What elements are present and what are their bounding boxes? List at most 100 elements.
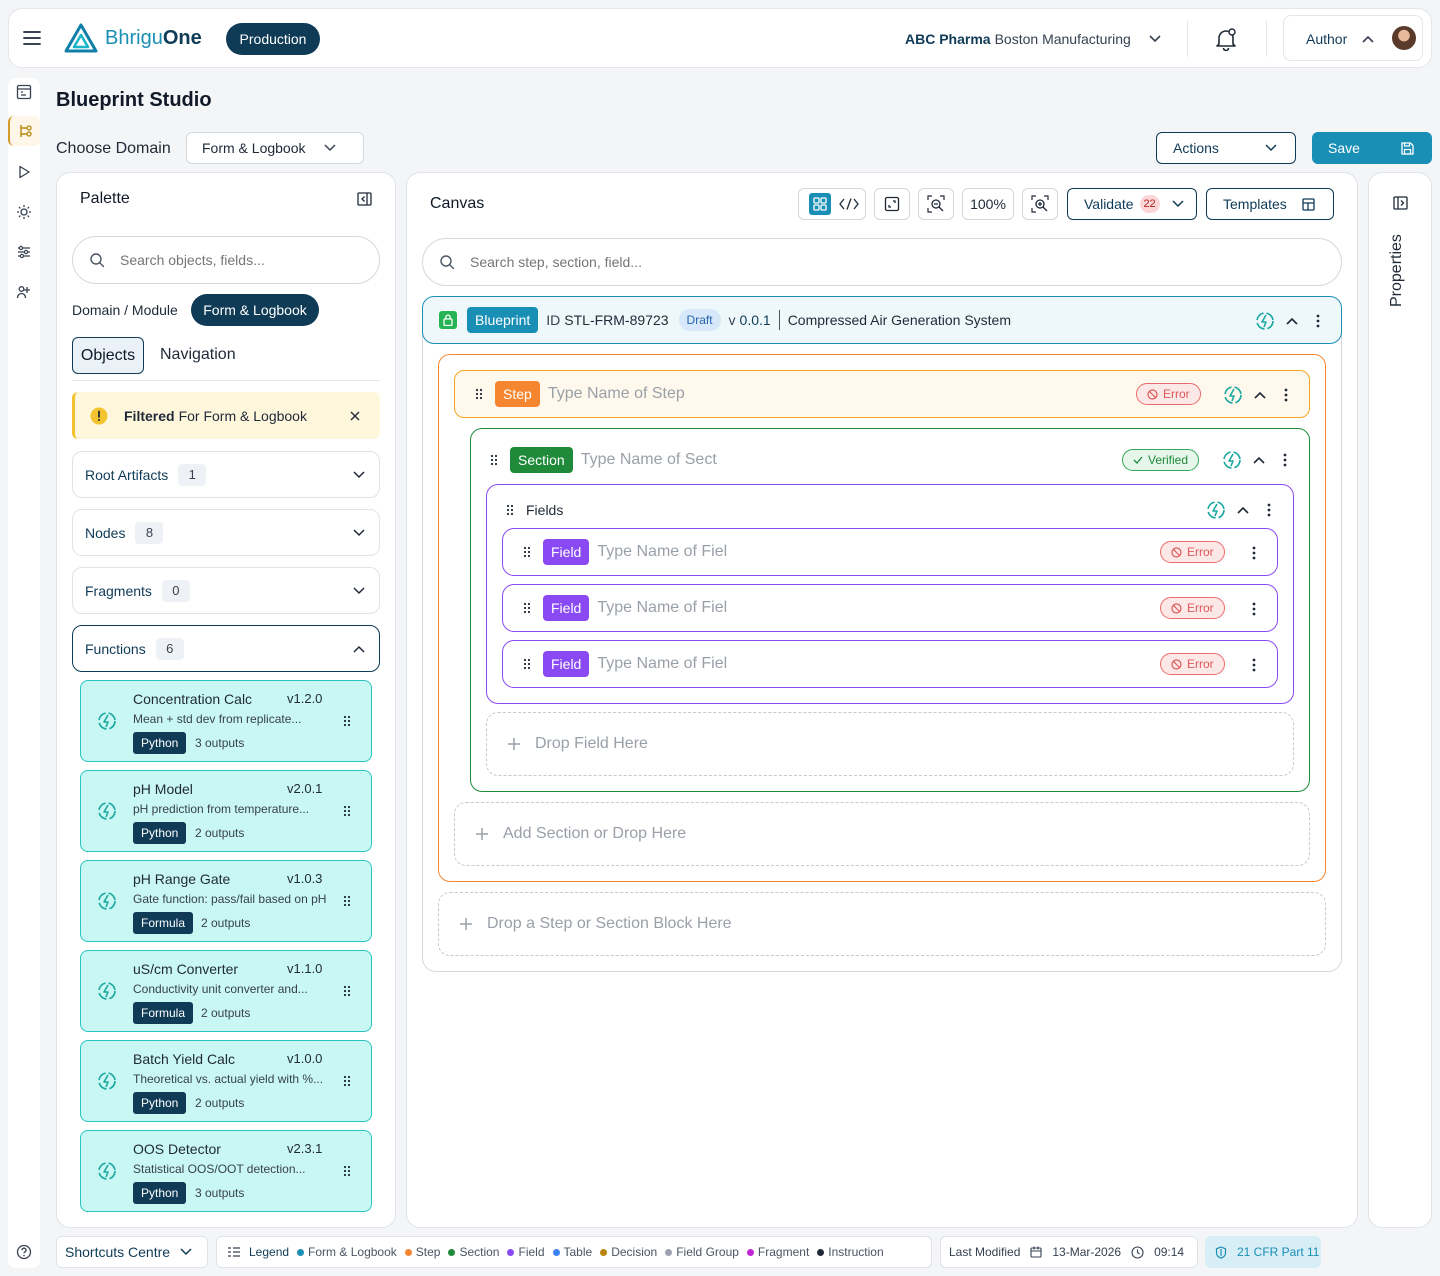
zoom-level[interactable]: 100% <box>962 188 1014 220</box>
function-card[interactable]: Concentration Calc v1.2.0 Mean + std dev… <box>80 680 372 762</box>
fields-group-header[interactable]: Fields <box>486 494 1294 526</box>
function-description: Theoretical vs. actual yield with %... <box>133 1072 324 1086</box>
field-name-input[interactable]: Type Name of Fiel <box>597 599 727 617</box>
chevron-up-icon[interactable] <box>1253 456 1265 464</box>
expand-icon[interactable] <box>874 188 910 220</box>
step-name-input[interactable]: Type Name of Step <box>548 385 685 403</box>
lock-icon[interactable] <box>439 311 457 329</box>
drag-handle-icon[interactable] <box>523 658 531 670</box>
view-toggle[interactable] <box>798 188 866 220</box>
drop-field-zone[interactable]: Drop Field Here <box>486 712 1294 776</box>
function-card[interactable]: pH Range Gate v1.0.3 Gate function: pass… <box>80 860 372 942</box>
more-options-icon[interactable] <box>1284 388 1288 402</box>
palette-search[interactable] <box>72 236 380 284</box>
function-icon[interactable] <box>1206 500 1226 520</box>
drag-handle-icon[interactable] <box>343 985 351 997</box>
properties-label[interactable]: Properties <box>1388 107 1406 307</box>
domain-select[interactable]: Form & Logbook <box>186 132 364 164</box>
function-icon[interactable] <box>1222 450 1242 470</box>
code-view-icon[interactable] <box>839 198 859 210</box>
drag-handle-icon[interactable] <box>523 602 531 614</box>
chevron-up-icon[interactable] <box>1286 317 1298 325</box>
drop-step-zone[interactable]: Drop a Step or Section Block Here <box>438 892 1326 956</box>
more-options-icon[interactable] <box>1252 602 1256 616</box>
org-site: Boston Manufacturing <box>994 31 1131 47</box>
group-fragments[interactable]: Fragments 0 <box>72 567 380 614</box>
actions-dropdown[interactable]: Actions <box>1156 132 1296 164</box>
chevron-down-icon <box>1265 144 1277 152</box>
settings-icon[interactable] <box>16 204 34 222</box>
chevron-up-icon[interactable] <box>1254 391 1266 399</box>
drag-handle-icon[interactable] <box>343 895 351 907</box>
section-name-input[interactable]: Type Name of Sect <box>581 451 717 469</box>
drag-handle-icon[interactable] <box>523 546 531 558</box>
drag-handle-icon[interactable] <box>343 805 351 817</box>
notification-bell-icon[interactable] <box>1215 27 1237 51</box>
function-card[interactable]: pH Model v2.0.1 pH prediction from tempe… <box>80 770 372 852</box>
sliders-icon[interactable] <box>16 244 34 262</box>
group-root-artifacts[interactable]: Root Artifacts 1 <box>72 451 380 498</box>
user-menu[interactable]: Author <box>1283 15 1423 61</box>
function-card[interactable]: OOS Detector v2.3.1 Statistical OOS/OOT … <box>80 1130 372 1212</box>
collapse-panel-icon[interactable] <box>357 192 372 206</box>
help-icon[interactable] <box>16 1244 34 1262</box>
play-icon[interactable] <box>16 164 34 182</box>
validate-button[interactable]: Validate 22 <box>1067 188 1197 220</box>
drag-handle-icon[interactable] <box>343 1165 351 1177</box>
org-selector[interactable]: ABC Pharma Boston Manufacturing <box>905 31 1161 47</box>
field-row[interactable]: Field Type Name of Fiel Error <box>502 640 1278 688</box>
hamburger-menu-icon[interactable] <box>23 31 41 45</box>
canvas-search-input[interactable] <box>470 254 1290 270</box>
filter-label-bold: Filtered <box>124 407 175 424</box>
function-card[interactable]: Batch Yield Calc v1.0.0 Theoretical vs. … <box>80 1040 372 1122</box>
chevron-up-icon[interactable] <box>1237 506 1249 514</box>
templates-button[interactable]: Templates <box>1206 188 1334 220</box>
avatar[interactable] <box>1392 26 1416 50</box>
drag-handle-icon[interactable] <box>490 454 498 466</box>
more-options-icon[interactable] <box>1316 314 1320 328</box>
org-name: ABC Pharma <box>905 31 991 47</box>
ban-icon <box>1171 658 1182 670</box>
brand-name-part2: One <box>162 26 202 49</box>
field-row[interactable]: Field Type Name of Fiel Error <box>502 528 1278 576</box>
shortcuts-centre-button[interactable]: Shortcuts Centre <box>56 1236 208 1268</box>
blueprint-header[interactable]: Blueprint ID STL-FRM-89723 Draft v 0.0.1… <box>422 296 1342 344</box>
function-icon[interactable] <box>1255 311 1275 331</box>
step-header[interactable]: Step Type Name of Step Error <box>454 370 1310 418</box>
save-button[interactable]: Save <box>1312 132 1432 164</box>
group-nodes[interactable]: Nodes 8 <box>72 509 380 556</box>
tab-objects[interactable]: Objects <box>72 337 144 374</box>
function-card[interactable]: uS/cm Converter v1.1.0 Conductivity unit… <box>80 950 372 1032</box>
more-options-icon[interactable] <box>1252 658 1256 672</box>
more-options-icon[interactable] <box>1267 503 1271 517</box>
compliance-badge[interactable]: 21 CFR Part 11 <box>1205 1236 1321 1268</box>
users-icon[interactable] <box>16 284 34 302</box>
field-name-input[interactable]: Type Name of Fiel <box>597 543 727 561</box>
drag-handle-icon[interactable] <box>343 715 351 727</box>
more-options-icon[interactable] <box>1283 453 1287 467</box>
drag-handle-icon[interactable] <box>506 504 514 516</box>
drag-handle-icon[interactable] <box>475 388 483 400</box>
palette-search-input[interactable] <box>120 252 360 268</box>
group-label: Fragments <box>85 582 152 599</box>
zoom-in-icon[interactable] <box>1022 188 1058 220</box>
add-section-zone[interactable]: Add Section or Drop Here <box>454 802 1310 866</box>
domain-module-badge[interactable]: Form & Logbook <box>191 294 319 326</box>
environment-badge[interactable]: Production <box>226 23 320 55</box>
zoom-out-icon[interactable] <box>918 188 954 220</box>
grid-view-icon[interactable] <box>809 193 831 215</box>
logo-icon <box>64 23 98 53</box>
field-name-input[interactable]: Type Name of Fiel <box>597 655 727 673</box>
section-header[interactable]: Section Type Name of Sect Verified <box>470 436 1310 484</box>
function-icon[interactable] <box>1223 385 1243 405</box>
more-options-icon[interactable] <box>1252 546 1256 560</box>
blueprint-studio-nav-active[interactable] <box>8 116 40 146</box>
top-bar: BhriguOne Production ABC Pharma Boston M… <box>8 8 1432 68</box>
group-functions[interactable]: Functions 6 <box>72 625 380 672</box>
field-row[interactable]: Field Type Name of Fiel Error <box>502 584 1278 632</box>
tab-navigation[interactable]: Navigation <box>160 346 236 364</box>
canvas-search[interactable] <box>422 238 1342 286</box>
close-icon[interactable] <box>350 411 360 421</box>
dashboard-icon[interactable] <box>16 84 34 102</box>
drag-handle-icon[interactable] <box>343 1075 351 1087</box>
